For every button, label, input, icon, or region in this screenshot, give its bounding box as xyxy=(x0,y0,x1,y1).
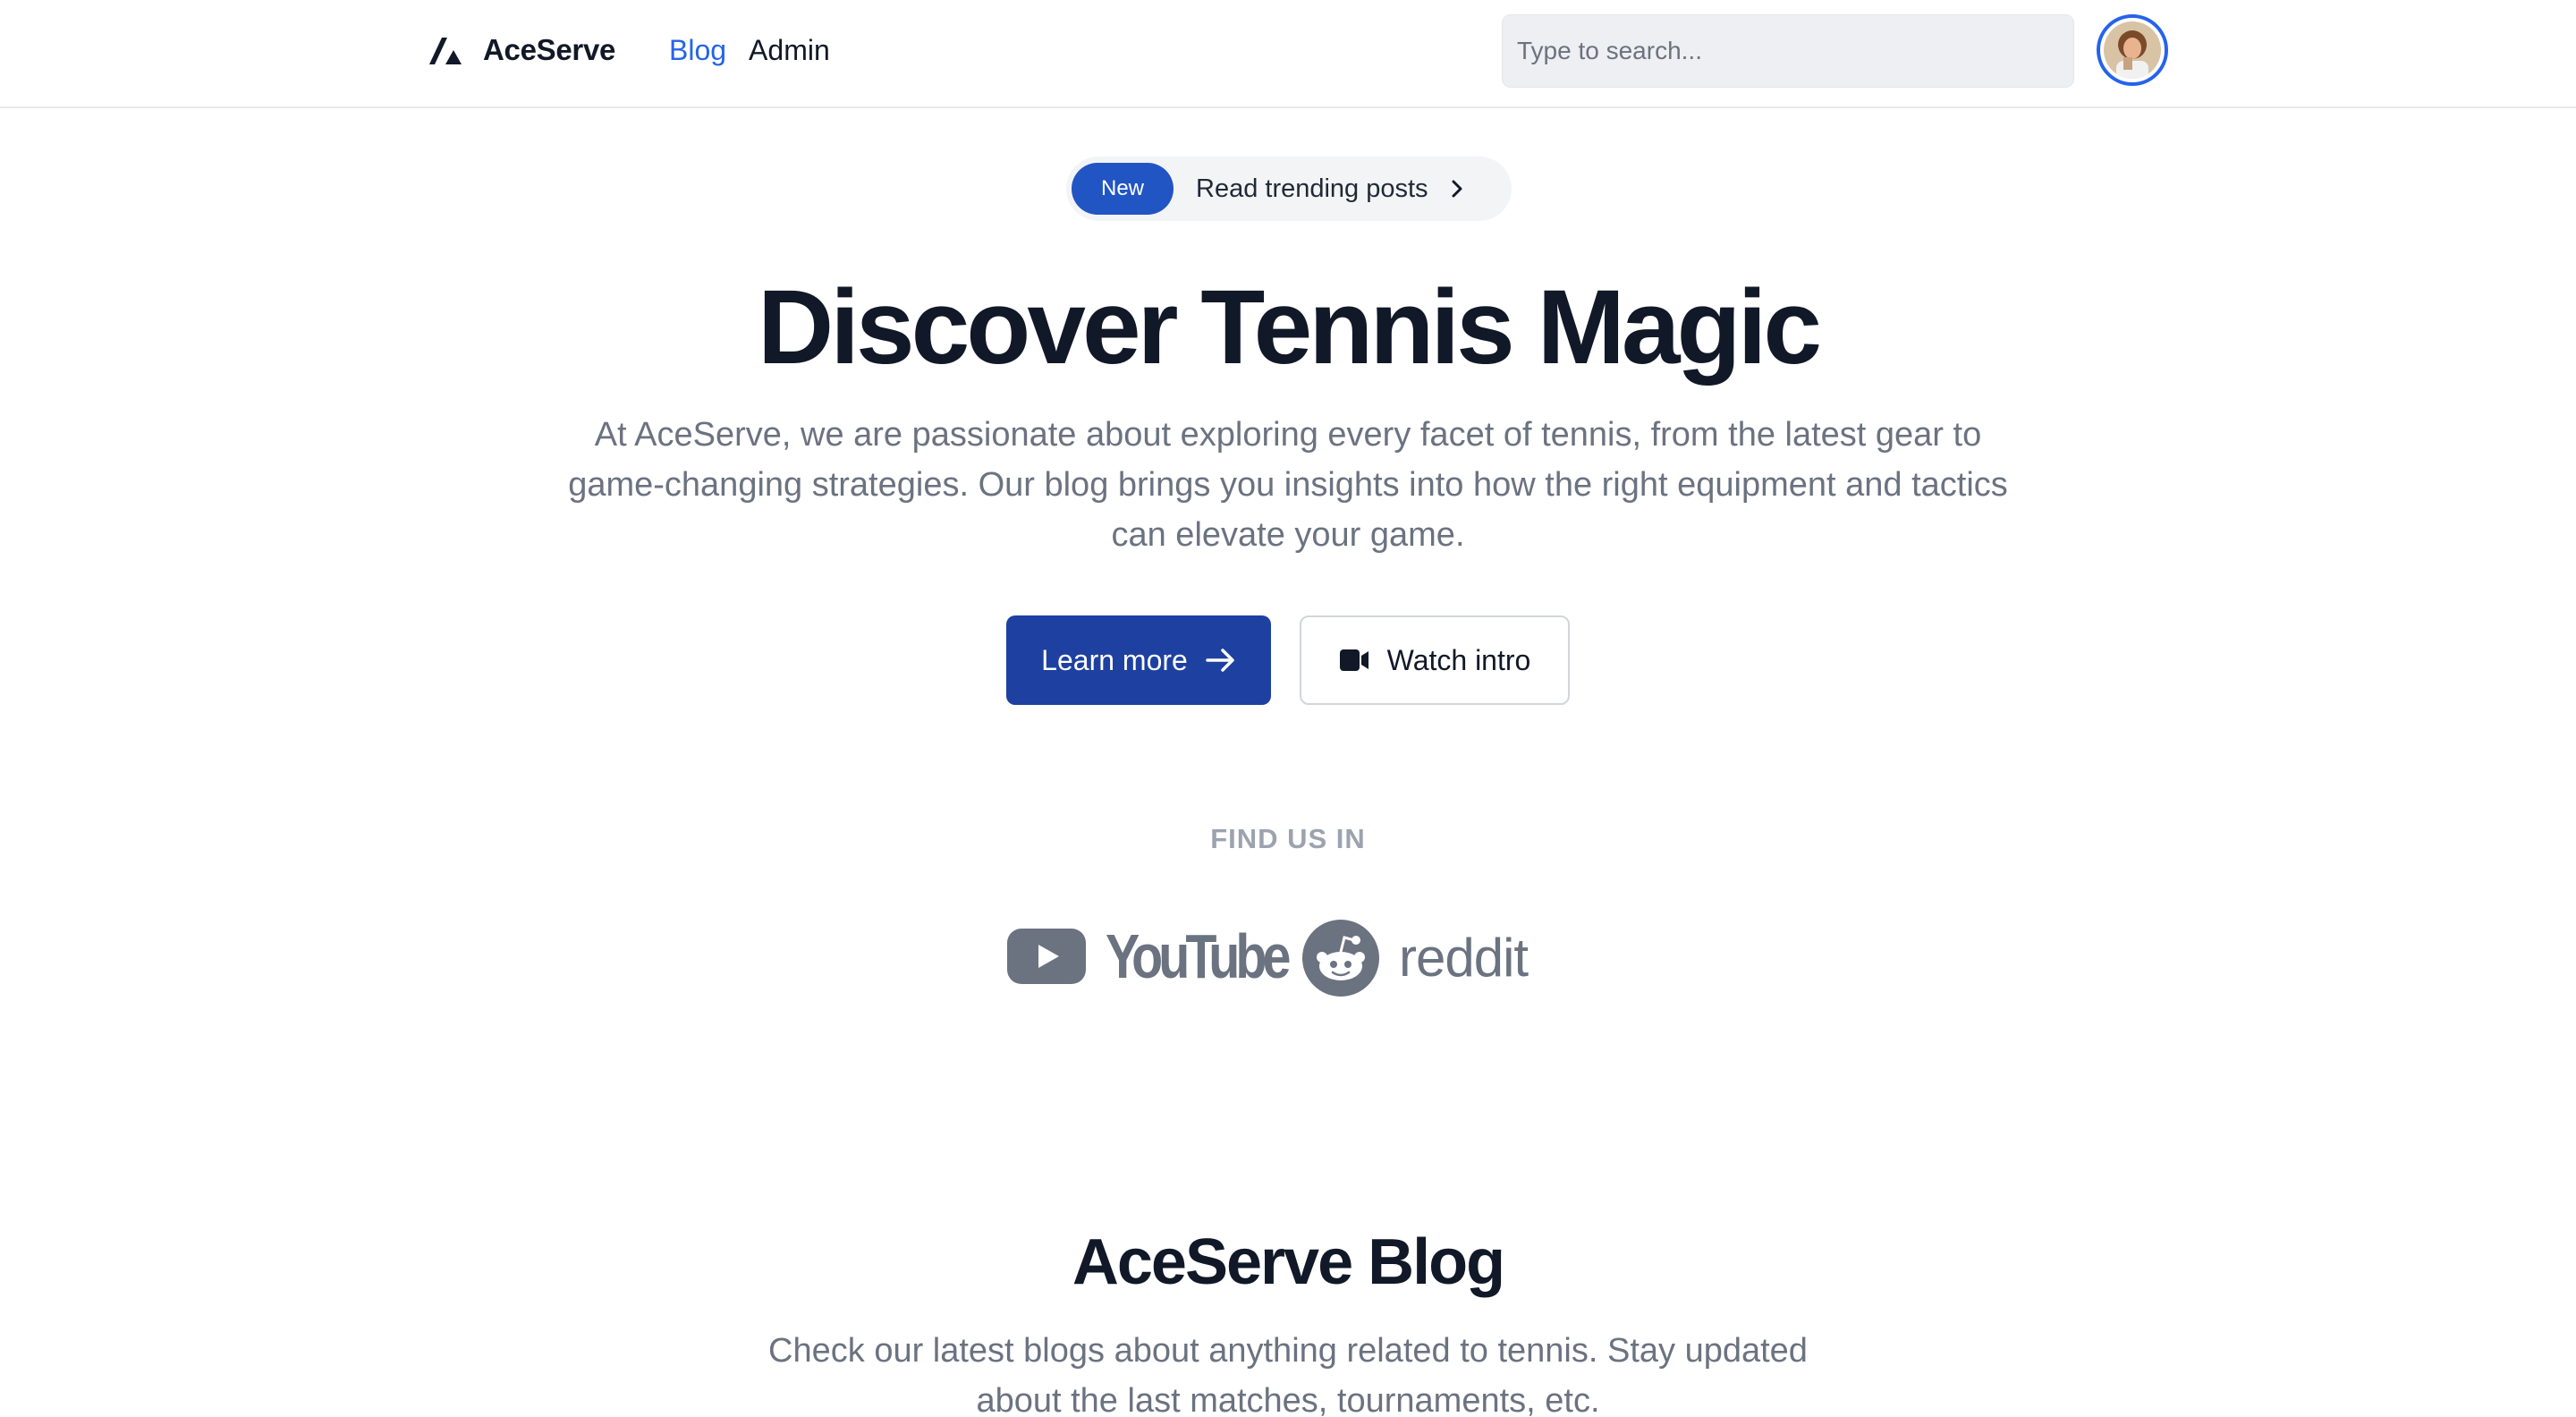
youtube-logo[interactable]: YouTube xyxy=(1007,925,1326,988)
chevron-right-icon xyxy=(1452,180,1462,198)
page: AceServe Blog Admin New Read trending po… xyxy=(0,0,2576,1417)
watch-intro-label: Watch intro xyxy=(1386,643,1531,676)
top-navbar: AceServe Blog Admin xyxy=(0,0,2576,108)
nav-link-admin[interactable]: Admin xyxy=(749,34,830,67)
avatar-photo xyxy=(2104,21,2161,79)
new-badge: New xyxy=(1072,163,1174,215)
search-input[interactable] xyxy=(1517,37,2059,65)
announcement-text: Read trending posts xyxy=(1196,174,1428,203)
search-box xyxy=(1502,14,2074,88)
brand-name: AceServe xyxy=(483,33,616,66)
learn-more-label: Learn more xyxy=(1041,643,1188,676)
brand-logo-icon xyxy=(429,38,462,64)
arrow-right-icon xyxy=(1206,649,1234,672)
find-us-heading: FIND US IN xyxy=(1210,823,1366,854)
reddit-wordmark: reddit xyxy=(1399,928,1529,988)
user-avatar[interactable] xyxy=(2097,14,2168,86)
blog-section-description: Check our latest blogs about anything re… xyxy=(768,1332,1808,1417)
main-nav: Blog Admin xyxy=(669,30,830,70)
reddit-logo[interactable]: reddit xyxy=(1302,920,1529,997)
watch-intro-button[interactable]: Watch intro xyxy=(1300,615,1570,705)
announcement-pill[interactable]: New Read trending posts xyxy=(1066,157,1512,221)
hero-title: Discover Tennis Magic xyxy=(758,268,1822,386)
youtube-wordmark: YouTube xyxy=(1106,921,1291,991)
blog-section-title: AceServe Blog xyxy=(1072,1226,1505,1298)
reddit-alien-icon xyxy=(1302,920,1379,997)
video-camera-icon xyxy=(1339,649,1368,671)
brand-link[interactable]: AceServe xyxy=(428,29,615,72)
nav-link-blog[interactable]: Blog xyxy=(669,34,726,67)
hero-description: At AceServe, we are passionate about exp… xyxy=(568,416,2008,554)
youtube-play-icon xyxy=(1007,929,1086,984)
learn-more-button[interactable]: Learn more xyxy=(1006,615,1271,705)
